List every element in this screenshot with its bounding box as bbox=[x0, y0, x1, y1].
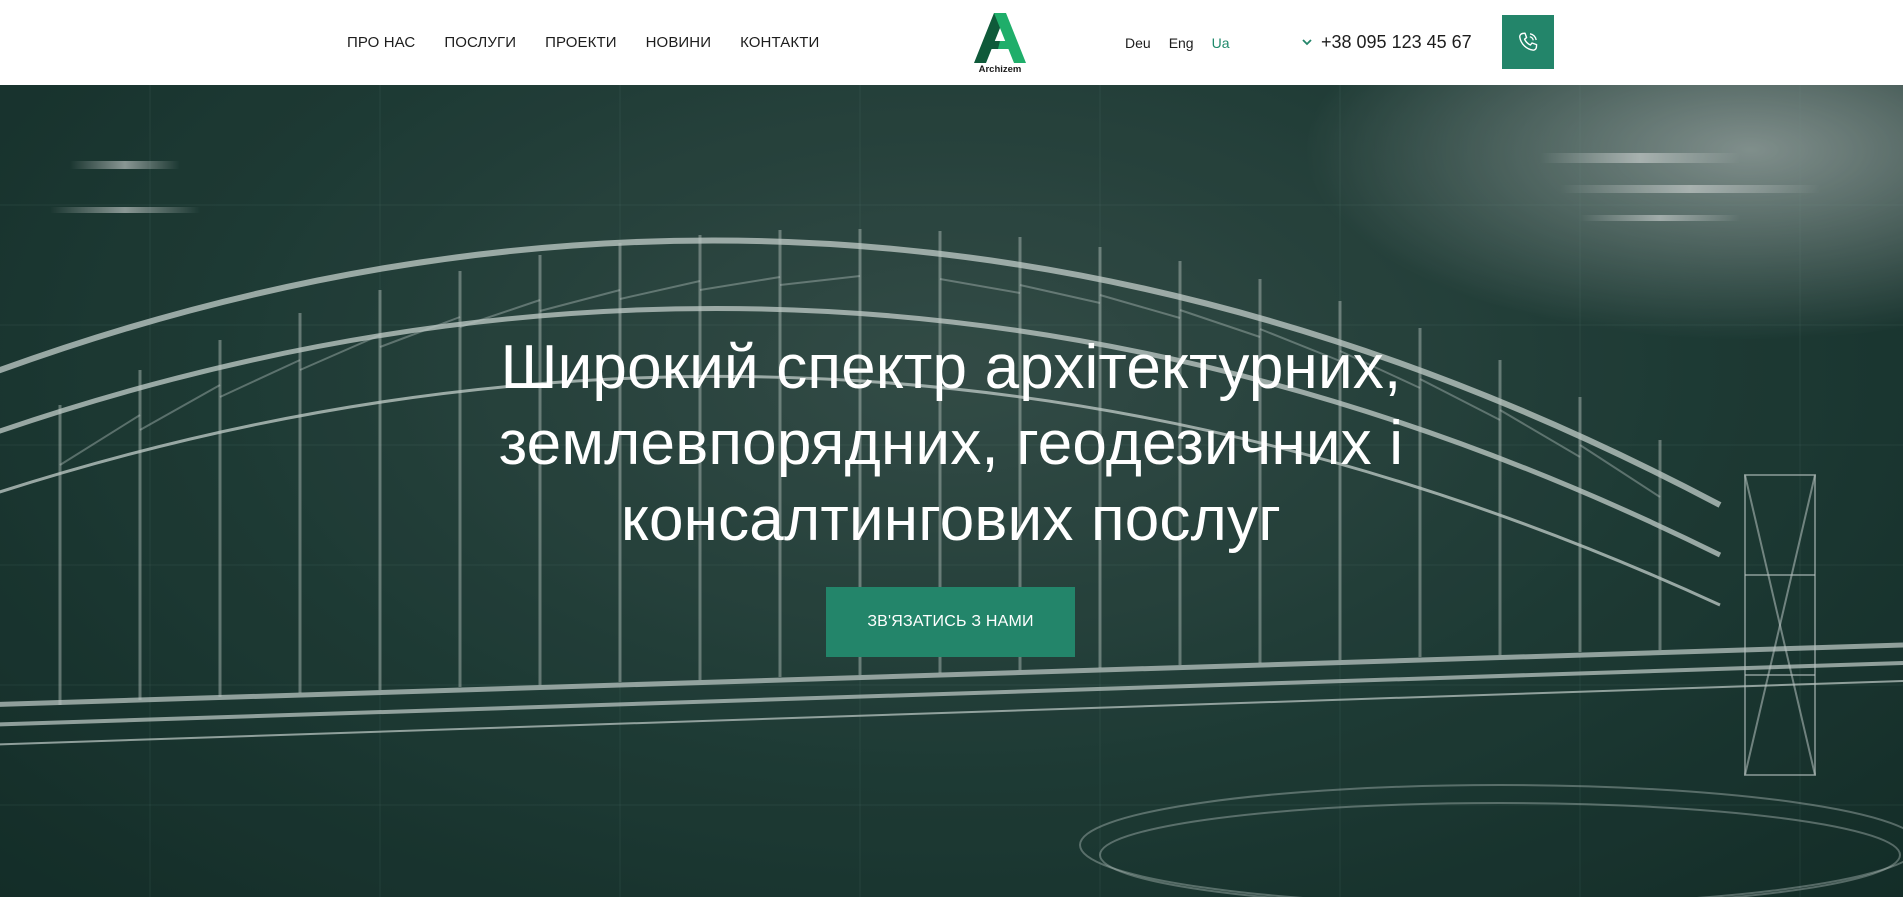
hero-title: Широкий спектр архітектурних, землевпоря… bbox=[498, 333, 1404, 554]
phone-icon bbox=[1519, 32, 1538, 51]
lang-eng[interactable]: Eng bbox=[1169, 35, 1194, 51]
lang-deu[interactable]: Deu bbox=[1125, 35, 1151, 51]
nav-item-contacts[interactable]: КОНТАКТИ bbox=[740, 34, 819, 51]
nav-item-news[interactable]: НОВИНИ bbox=[646, 34, 712, 51]
nav-item-about[interactable]: ПРО НАС bbox=[347, 34, 415, 51]
logo-mark-icon bbox=[974, 13, 1026, 63]
main-nav: ПРО НАС ПОСЛУГИ ПРОЕКТИ НОВИНИ КОНТАКТИ bbox=[347, 0, 819, 85]
nav-item-projects[interactable]: ПРОЕКТИ bbox=[545, 34, 617, 51]
contact-us-button[interactable]: ЗВ'ЯЗАТИСЬ З НАМИ bbox=[826, 587, 1075, 657]
hero: Широкий спектр архітектурних, землевпоря… bbox=[0, 85, 1903, 897]
phone-number[interactable]: +38 095 123 45 67 bbox=[1321, 32, 1472, 53]
nav-item-services[interactable]: ПОСЛУГИ bbox=[444, 34, 516, 51]
call-button[interactable] bbox=[1502, 15, 1554, 69]
lang-ua[interactable]: Ua bbox=[1212, 35, 1230, 51]
chevron-down-icon[interactable] bbox=[1301, 37, 1313, 49]
logo[interactable]: Archizem bbox=[969, 11, 1031, 77]
logo-text: Archizem bbox=[978, 64, 1022, 75]
language-switcher: Deu Eng Ua bbox=[1125, 0, 1230, 85]
phone-block: +38 095 123 45 67 bbox=[1301, 0, 1472, 85]
site-header: ПРО НАС ПОСЛУГИ ПРОЕКТИ НОВИНИ КОНТАКТИ … bbox=[0, 0, 1903, 85]
